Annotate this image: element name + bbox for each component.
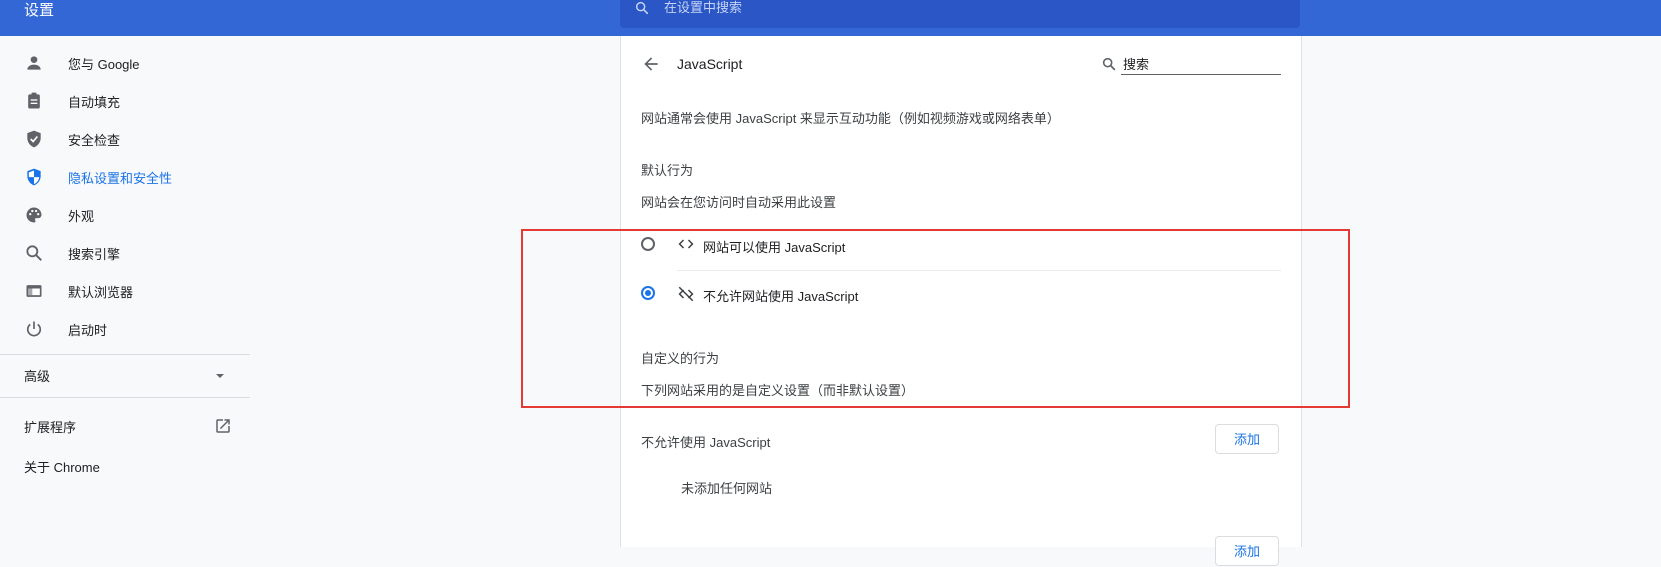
about-chrome-label: 关于 Chrome (24, 459, 100, 475)
person-icon (24, 53, 44, 73)
option-divider (677, 270, 1281, 271)
sidebar-divider (0, 397, 250, 398)
search-icon (1101, 56, 1117, 72)
code-off-icon (677, 285, 695, 303)
site-search-input[interactable] (1121, 52, 1281, 75)
sidebar: 您与 Google 自动填充 安全检查 隐私设置和安全性 外观 搜索引擎 默认浏… (0, 36, 250, 547)
sidebar-item-you-and-google[interactable]: 您与 Google (0, 43, 250, 83)
settings-search-box[interactable]: 在设置中搜索 (620, 0, 1300, 28)
sidebar-item-default-browser[interactable]: 默认浏览器 (0, 271, 250, 311)
search-icon (24, 243, 44, 263)
subpage-title: JavaScript (677, 56, 743, 72)
option-block-javascript[interactable]: 不允许网站使用 JavaScript (641, 284, 1281, 324)
sidebar-item-label: 搜索引擎 (68, 246, 121, 262)
code-icon (677, 235, 695, 253)
back-arrow-icon[interactable] (641, 54, 661, 74)
sidebar-item-extensions[interactable]: 扩展程序 (0, 406, 250, 446)
sidebar-item-label: 默认浏览器 (68, 284, 134, 300)
shield-privacy-icon (24, 167, 44, 187)
sidebar-item-safety-check[interactable]: 安全检查 (0, 119, 250, 159)
search-icon (634, 0, 650, 16)
add-blocked-site-button[interactable]: 添加 (1215, 424, 1279, 454)
shield-check-icon (24, 129, 44, 149)
allow-javascript-radio[interactable] (641, 237, 655, 251)
sidebar-item-label: 您与 Google (68, 56, 140, 72)
default-behavior-heading: 默认行为 (641, 163, 694, 178)
sidebar-item-label: 安全检查 (68, 132, 121, 148)
search-placeholder: 在设置中搜索 (664, 0, 743, 15)
palette-icon (24, 205, 44, 225)
browser-icon (24, 281, 44, 301)
block-javascript-label: 不允许网站使用 JavaScript (703, 289, 859, 304)
option-allow-javascript[interactable]: 网站可以使用 JavaScript (641, 234, 1281, 274)
open-in-new-icon (214, 417, 232, 435)
sidebar-item-on-startup[interactable]: 启动时 (0, 309, 250, 349)
top-bar: 设置 在设置中搜索 (0, 0, 1661, 36)
advanced-label: 高级 (24, 368, 51, 384)
default-behavior-subtitle: 网站会在您访问时自动采用此设置 (641, 195, 837, 210)
blocked-sites-heading: 不允许使用 JavaScript (641, 435, 771, 450)
sidebar-item-privacy[interactable]: 隐私设置和安全性 (0, 157, 250, 197)
sidebar-advanced-toggle[interactable]: 高级 (0, 355, 250, 395)
extensions-label: 扩展程序 (24, 419, 77, 435)
allow-javascript-label: 网站可以使用 JavaScript (703, 240, 846, 255)
sidebar-item-label: 启动时 (68, 322, 108, 338)
page-title: 设置 (24, 2, 55, 19)
sidebar-item-about-chrome[interactable]: 关于 Chrome (0, 446, 250, 486)
sidebar-item-autofill[interactable]: 自动填充 (0, 81, 250, 121)
custom-behavior-heading: 自定义的行为 (641, 351, 720, 366)
sidebar-item-label: 自动填充 (68, 94, 121, 110)
javascript-description: 网站通常会使用 JavaScript 来显示互动功能（例如视频游戏或网络表单） (641, 111, 1060, 126)
power-icon (24, 319, 44, 339)
empty-sites-text: 未添加任何网站 (681, 481, 773, 496)
custom-behavior-subtitle: 下列网站采用的是自定义设置（而非默认设置） (641, 383, 915, 398)
javascript-settings-card: JavaScript 网站通常会使用 JavaScript 来显示互动功能（例如… (620, 36, 1302, 566)
block-javascript-radio[interactable] (641, 286, 655, 300)
sidebar-item-appearance[interactable]: 外观 (0, 195, 250, 235)
clipboard-icon (24, 91, 44, 111)
sidebar-item-label: 隐私设置和安全性 (68, 170, 173, 186)
sidebar-item-label: 外观 (68, 208, 95, 224)
sidebar-item-search-engine[interactable]: 搜索引擎 (0, 233, 250, 273)
add-allowed-site-button[interactable]: 添加 (1215, 536, 1279, 566)
chevron-down-icon (214, 369, 226, 381)
